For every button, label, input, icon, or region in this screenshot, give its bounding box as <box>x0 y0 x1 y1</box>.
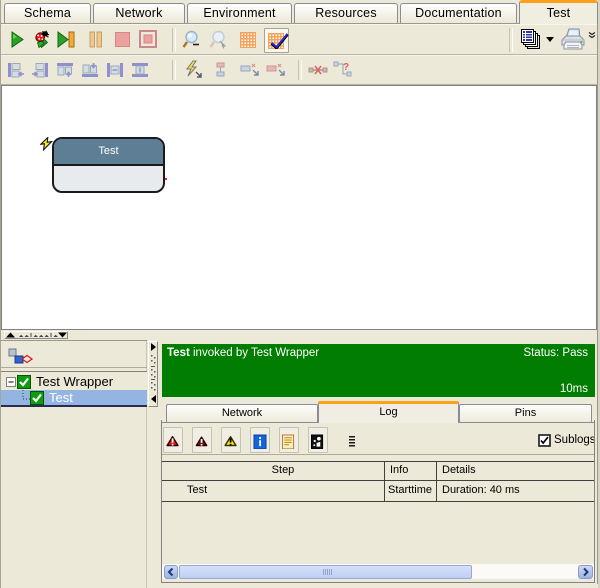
svg-text:?: ? <box>343 62 349 73</box>
